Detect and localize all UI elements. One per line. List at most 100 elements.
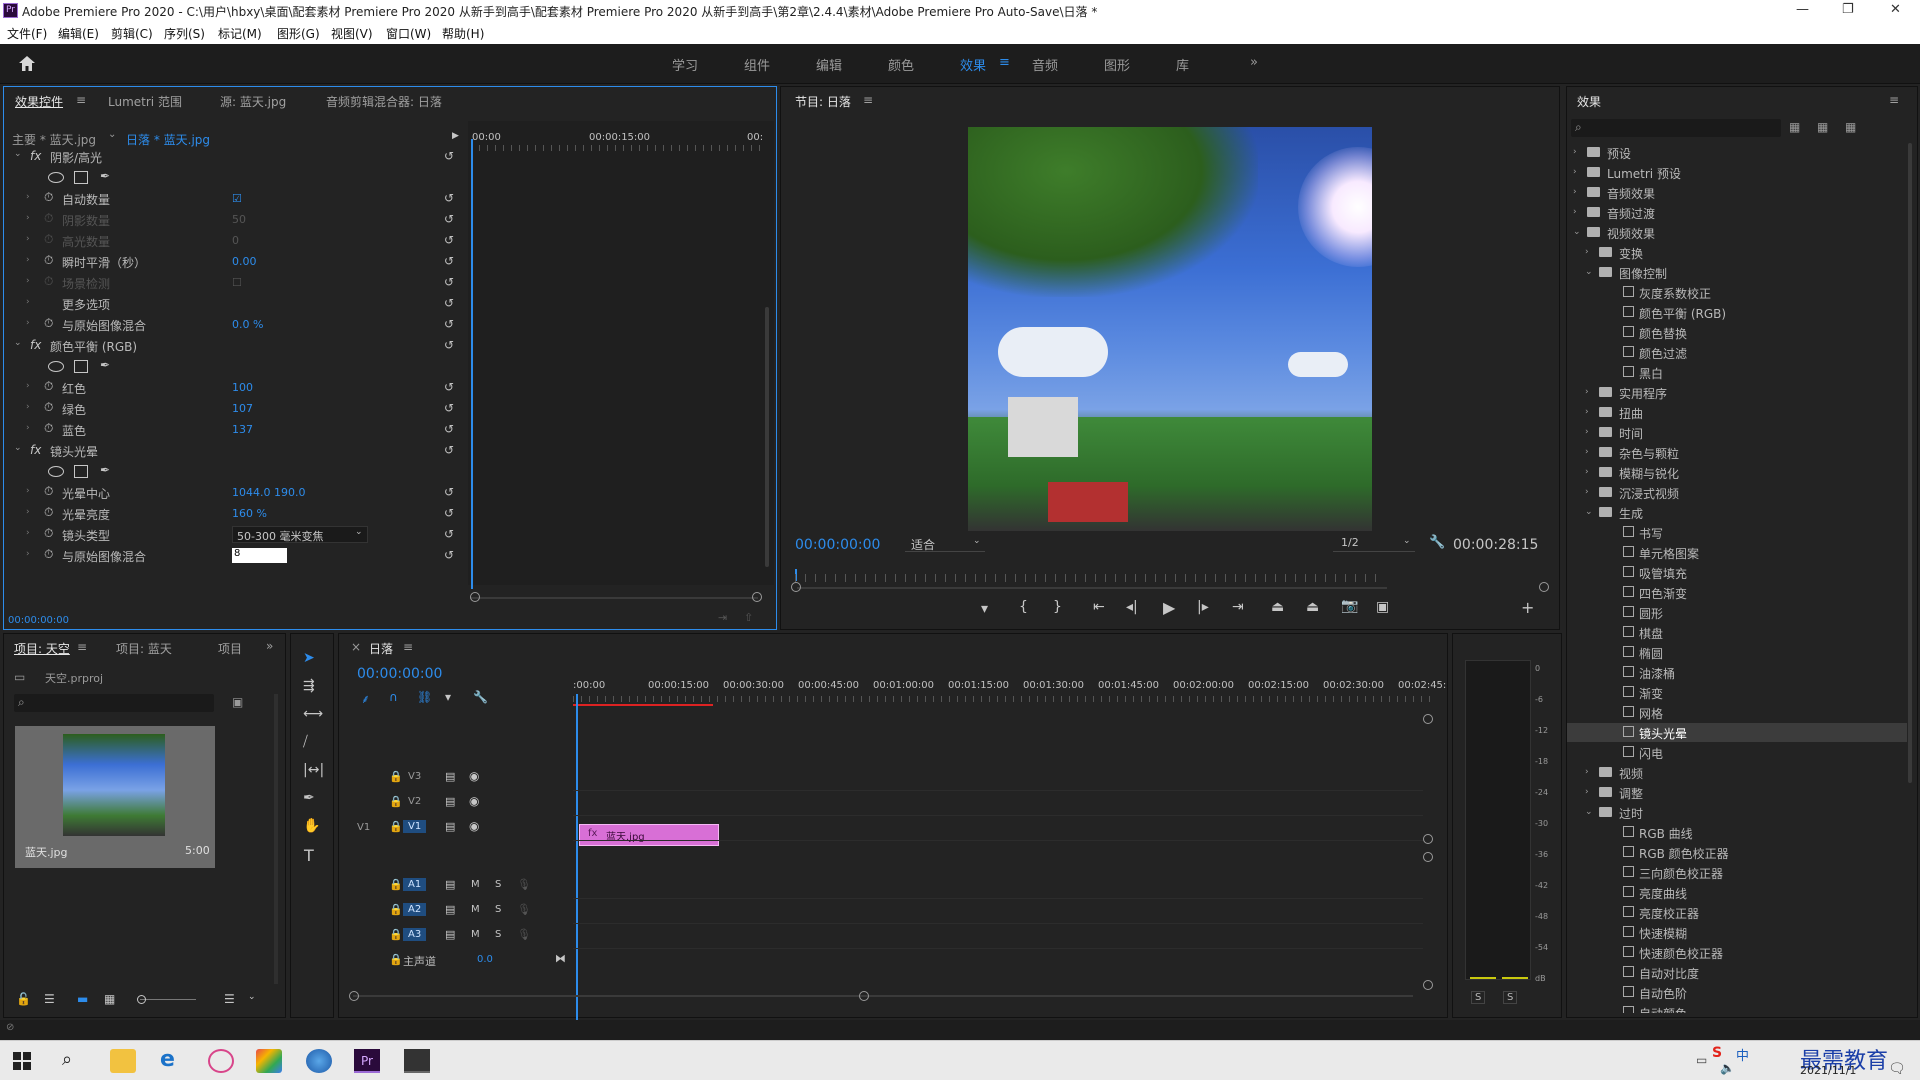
- effects-folder-item[interactable]: ⌄ 生成: [1567, 503, 1907, 522]
- tab-lumetri-scopes[interactable]: Lumetri 范围: [108, 93, 182, 110]
- reset-icon[interactable]: ↺: [444, 380, 454, 394]
- audio-track-label[interactable]: A3: [403, 928, 427, 941]
- slip-tool-icon[interactable]: |↔|: [303, 762, 324, 778]
- effect-item[interactable]: 黑白: [1567, 363, 1907, 382]
- sequence-title[interactable]: 日落: [369, 640, 393, 657]
- fx-badge-icon[interactable]: fx: [30, 443, 41, 457]
- expand-arrow-icon[interactable]: ›: [26, 213, 30, 223]
- expand-arrow-icon[interactable]: ›: [26, 381, 30, 391]
- photos-taskbar-icon[interactable]: [404, 1049, 430, 1073]
- stopwatch-icon[interactable]: ⏱: [44, 379, 53, 394]
- effect-property-row[interactable]: › ⏱ 瞬时平滑（秒） 0.00 ↺: [4, 252, 464, 272]
- ellipse-mask-icon[interactable]: [48, 466, 64, 477]
- mark-out-icon[interactable]: }: [1053, 599, 1062, 615]
- tab-project-bluesky[interactable]: 项目: 蓝天: [116, 640, 172, 657]
- stopwatch-icon[interactable]: ⏱: [44, 400, 53, 415]
- effects-folder-item[interactable]: › 视频: [1567, 763, 1907, 782]
- new-bin-from-search-icon[interactable]: ▣: [232, 695, 243, 709]
- timeline-ruler[interactable]: :00:00 00:00:15:00 00:00:30:00 00:00:45:00 0…: [573, 676, 1446, 706]
- mute-button[interactable]: M: [471, 929, 480, 940]
- effect-item[interactable]: 棋盘: [1567, 623, 1907, 642]
- reset-icon[interactable]: ↺: [444, 233, 454, 247]
- reset-icon[interactable]: ↺: [444, 548, 454, 562]
- effects-folder-item[interactable]: › 实用程序: [1567, 383, 1907, 402]
- freeform-view-icon[interactable]: ▦: [104, 992, 115, 1006]
- effects-folder-item[interactable]: › 音频过渡: [1567, 203, 1907, 222]
- sync-lock-icon[interactable]: ▤: [445, 795, 455, 808]
- project-search-input[interactable]: ⌕: [14, 694, 214, 712]
- track-lock-icon[interactable]: 🔒: [389, 770, 403, 783]
- accelerated-effects-icon[interactable]: ▦: [1789, 120, 1800, 134]
- track-lock-icon[interactable]: 🔒: [389, 953, 403, 966]
- stopwatch-icon[interactable]: ⏱: [44, 484, 53, 499]
- minimize-button[interactable]: —: [1796, 2, 1809, 17]
- chevron-right-icon[interactable]: ›: [1585, 447, 1589, 457]
- go-to-in-icon[interactable]: ⇤: [1093, 599, 1105, 615]
- fit-dropdown[interactable]: 适合 ⌄: [905, 534, 985, 552]
- keyframe-area[interactable]: [468, 121, 774, 585]
- reset-icon[interactable]: ↺: [444, 296, 454, 310]
- home-icon[interactable]: [18, 55, 36, 72]
- rectangle-mask-icon[interactable]: [74, 360, 88, 373]
- effect-item[interactable]: 渐变: [1567, 683, 1907, 702]
- effect-item[interactable]: 亮度曲线: [1567, 883, 1907, 902]
- workspace-learn[interactable]: 学习: [672, 55, 698, 74]
- project-scrollbar[interactable]: [274, 694, 278, 984]
- stopwatch-icon[interactable]: ⏱: [44, 421, 53, 436]
- sync-lock-icon[interactable]: ▤: [445, 928, 455, 941]
- ellipse-mask-icon[interactable]: [48, 172, 64, 183]
- menu-help[interactable]: 帮助(H): [442, 25, 484, 42]
- reset-icon[interactable]: ↺: [444, 254, 454, 268]
- menu-graphics[interactable]: 图形(G): [277, 25, 320, 42]
- effect-item[interactable]: 圆形: [1567, 603, 1907, 622]
- wrench-icon[interactable]: 🔧: [1429, 535, 1445, 550]
- chevron-right-icon[interactable]: ›: [1585, 487, 1589, 497]
- effect-item[interactable]: 颜色替换: [1567, 323, 1907, 342]
- audio-track-header[interactable]: 🔒 A2 ▤ M S 🎙: [343, 901, 568, 923]
- master-clip-label[interactable]: 主要 * 蓝天.jpg: [12, 131, 96, 148]
- rectangle-mask-icon[interactable]: [74, 465, 88, 478]
- app-icon-globe[interactable]: [306, 1049, 332, 1073]
- expand-arrow-icon[interactable]: ›: [26, 549, 30, 559]
- track-select-tool-icon[interactable]: ⇶: [303, 678, 315, 694]
- insert-overwrite-sequences-icon[interactable]: ⸙: [361, 690, 370, 707]
- pen-tool-icon[interactable]: ✒: [303, 790, 315, 806]
- effect-item[interactable]: 四色渐变: [1567, 583, 1907, 602]
- reset-icon[interactable]: ↺: [444, 401, 454, 415]
- effects-folder-item[interactable]: › 变换: [1567, 243, 1907, 262]
- expand-arrow-icon[interactable]: ›: [26, 192, 30, 202]
- reset-icon[interactable]: ↺: [444, 443, 454, 457]
- menu-marker[interactable]: 标记(M): [218, 25, 262, 42]
- pen-mask-icon[interactable]: ✒: [100, 463, 110, 477]
- tab-menu-icon[interactable]: ≡: [76, 93, 86, 107]
- reset-icon[interactable]: ↺: [444, 191, 454, 205]
- voice-over-mic-icon[interactable]: 🎙: [517, 878, 531, 891]
- effect-item[interactable]: 自动色阶: [1567, 983, 1907, 1002]
- step-forward-icon[interactable]: |▸: [1197, 599, 1209, 615]
- chevron-right-icon[interactable]: ›: [1585, 407, 1589, 417]
- stopwatch-icon[interactable]: ⏱: [44, 316, 53, 331]
- property-value[interactable]: ☐: [232, 276, 242, 289]
- effects-scrollbar[interactable]: [1908, 143, 1912, 783]
- effect-item[interactable]: 吸管填充: [1567, 563, 1907, 582]
- search-taskbar-icon[interactable]: ⌕: [62, 1049, 88, 1073]
- effect-header[interactable]: ⌄ fx 颜色平衡 (RGB) ↺: [4, 336, 464, 356]
- ec-zoom-handle-right[interactable]: [752, 592, 762, 602]
- expand-arrow-icon[interactable]: ›: [26, 423, 30, 433]
- chevron-right-icon[interactable]: ›: [1585, 467, 1589, 477]
- property-value[interactable]: 0.0 %: [232, 318, 263, 331]
- stopwatch-icon[interactable]: ⏱: [44, 274, 53, 289]
- chevron-right-icon[interactable]: ›: [1585, 387, 1589, 397]
- ec-export-icon[interactable]: ⇧: [744, 611, 753, 624]
- chevron-right-icon[interactable]: ›: [1585, 247, 1589, 257]
- program-video-frame[interactable]: [968, 127, 1372, 531]
- effects-folder-item[interactable]: › 扭曲: [1567, 403, 1907, 422]
- property-value[interactable]: 0: [232, 234, 239, 247]
- hand-tool-icon[interactable]: ✋: [303, 818, 320, 834]
- reset-icon[interactable]: ↺: [444, 527, 454, 541]
- sort-chevron-icon[interactable]: ⌄: [248, 992, 256, 1002]
- source-patch-v1[interactable]: V1: [357, 822, 370, 833]
- v-zoom-mid2[interactable]: [1423, 852, 1433, 862]
- track-target-label[interactable]: V2: [403, 795, 426, 808]
- effect-item[interactable]: 油漆桶: [1567, 663, 1907, 682]
